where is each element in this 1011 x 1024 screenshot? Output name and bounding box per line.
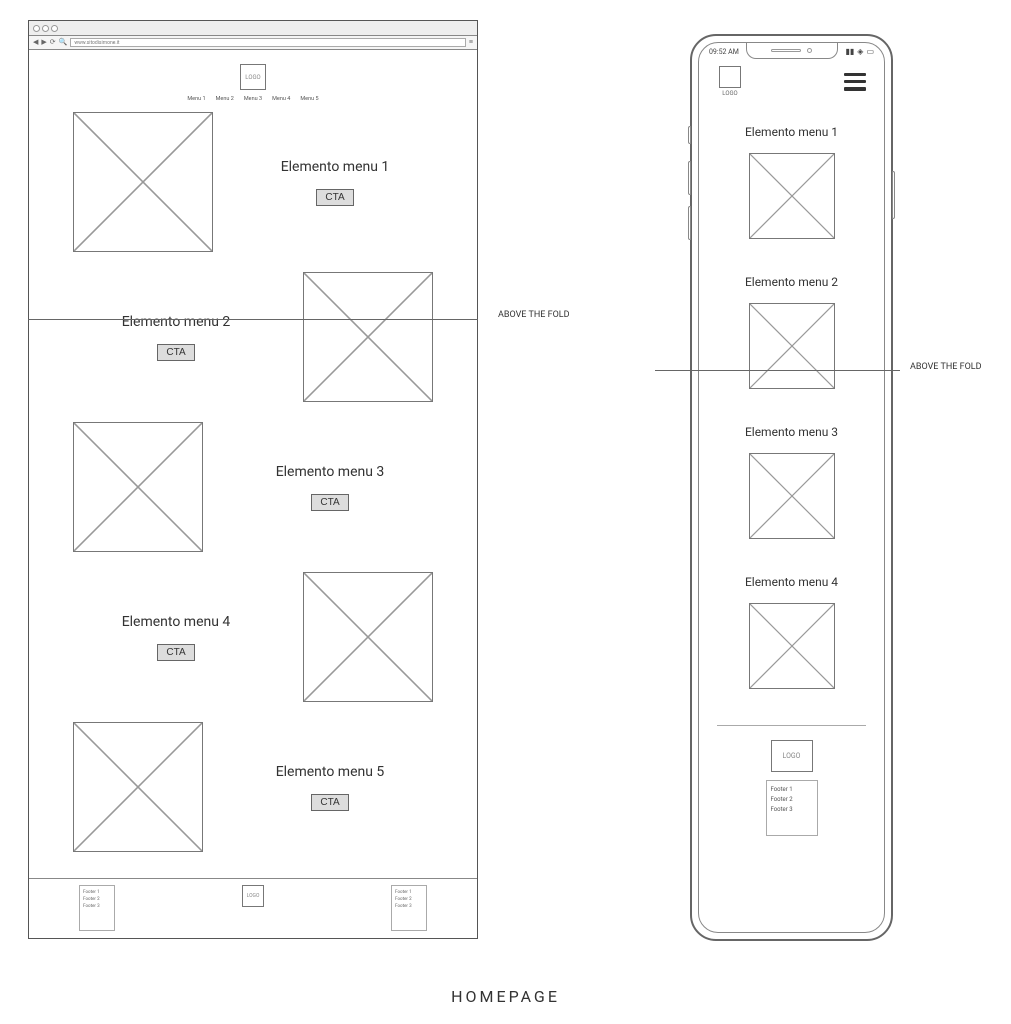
image-placeholder-icon — [73, 112, 213, 252]
fold-label: ABOVE THE FOLD — [910, 362, 982, 372]
footer-logo[interactable]: LOGO — [242, 885, 264, 907]
fold-line — [655, 370, 900, 371]
footer-links-right: Footer 1 Footer 2 Footer 3 — [391, 885, 427, 931]
hamburger-icon[interactable] — [844, 73, 866, 91]
section-title: Elemento menu 4 — [122, 614, 231, 630]
cta-button[interactable]: CTA — [311, 494, 348, 511]
status-time: 09:52 AM — [709, 48, 739, 56]
mobile-section: Elemento menu 1 — [717, 125, 866, 239]
image-placeholder-icon — [749, 153, 835, 239]
mobile-footer-links: Footer 1 Footer 2 Footer 3 — [766, 780, 818, 836]
footer-link[interactable]: Footer 1 — [83, 889, 111, 896]
footer-link[interactable]: Footer 1 — [395, 889, 423, 896]
window-max-icon[interactable] — [51, 25, 58, 32]
header-logo[interactable]: LOGO — [240, 64, 266, 90]
browser-titlebar — [29, 21, 477, 36]
mobile-logo-label: LOGO — [717, 90, 743, 97]
mobile-section: Elemento menu 3 — [717, 425, 866, 539]
mobile-footer-logo[interactable]: LOGO — [771, 740, 813, 772]
mobile-section-title: Elemento menu 1 — [717, 125, 866, 139]
nav-item[interactable]: Menu 2 — [216, 96, 234, 102]
menu-icon[interactable]: ≡ — [469, 39, 473, 46]
footer-link[interactable]: Footer 2 — [83, 896, 111, 903]
mobile-section-title: Elemento menu 2 — [717, 275, 866, 289]
nav-item[interactable]: Menu 1 — [187, 96, 205, 102]
mobile-phone-frame: 09:52 AM ▮▮ ◈ ▭ LOGO — [690, 34, 893, 941]
section-title: Elemento menu 5 — [276, 764, 385, 780]
main-nav: Menu 1 Menu 2 Menu 3 Menu 4 Menu 5 — [29, 96, 477, 102]
footer-links-left: Footer 1 Footer 2 Footer 3 — [79, 885, 115, 931]
content-section: Elemento menu 2 CTA — [73, 272, 433, 402]
image-placeholder-icon — [749, 453, 835, 539]
footer-link[interactable]: Footer 3 — [395, 903, 423, 910]
image-placeholder-icon — [749, 603, 835, 689]
nav-item[interactable]: Menu 3 — [244, 96, 262, 102]
reload-icon[interactable]: ⟳ — [50, 39, 56, 46]
footer-link[interactable]: Footer 3 — [771, 805, 813, 815]
nav-item[interactable]: Menu 5 — [300, 96, 318, 102]
url-input[interactable]: www.sitodisimone.it — [70, 38, 466, 47]
wifi-icon: ◈ — [857, 47, 863, 56]
content-section: Elemento menu 4 CTA — [73, 572, 433, 702]
footer-link[interactable]: Footer 3 — [83, 903, 111, 910]
phone-mute-switch — [688, 126, 691, 144]
phone-power-button — [892, 171, 895, 219]
content-section: Elemento menu 3 CTA — [73, 422, 433, 552]
image-placeholder-icon — [73, 722, 203, 852]
browser-toolbar: ◀ ▶ ⟳ 🔍 www.sitodisimone.it ≡ — [29, 36, 477, 50]
content-section: Elemento menu 1 CTA — [73, 112, 433, 252]
search-icon: 🔍 — [59, 39, 68, 46]
fold-label: ABOVE THE FOLD — [498, 310, 570, 320]
divider — [717, 725, 866, 726]
window-min-icon[interactable] — [42, 25, 49, 32]
page-title: HOMEPAGE — [451, 987, 560, 1006]
desktop-browser-frame: ◀ ▶ ⟳ 🔍 www.sitodisimone.it ≡ LOGO Menu … — [28, 20, 478, 939]
mobile-header: LOGO — [717, 66, 866, 97]
camera-icon — [807, 48, 812, 53]
section-title: Elemento menu 2 — [122, 314, 231, 330]
speaker-icon — [771, 49, 801, 52]
content-section: Elemento menu 5 CTA — [73, 722, 433, 852]
section-title: Elemento menu 3 — [276, 464, 385, 480]
fold-line — [28, 319, 478, 320]
image-placeholder-icon — [749, 303, 835, 389]
cta-button[interactable]: CTA — [157, 644, 194, 661]
footer: Footer 1 Footer 2 Footer 3 LOGO Footer 1… — [29, 878, 477, 938]
image-placeholder-icon — [303, 272, 433, 402]
mobile-section-title: Elemento menu 4 — [717, 575, 866, 589]
cta-button[interactable]: CTA — [311, 794, 348, 811]
phone-volume-up — [688, 161, 691, 195]
cta-button[interactable]: CTA — [157, 344, 194, 361]
mobile-section-title: Elemento menu 3 — [717, 425, 866, 439]
battery-icon: ▭ — [866, 47, 874, 56]
phone-volume-down — [688, 206, 691, 240]
phone-notch — [746, 43, 838, 59]
image-placeholder-icon — [73, 422, 203, 552]
forward-icon[interactable]: ▶ — [41, 39, 46, 46]
mobile-section: Elemento menu 4 — [717, 575, 866, 689]
cta-button[interactable]: CTA — [316, 189, 353, 206]
window-close-icon[interactable] — [33, 25, 40, 32]
footer-link[interactable]: Footer 1 — [771, 785, 813, 795]
image-placeholder-icon — [303, 572, 433, 702]
back-icon[interactable]: ◀ — [33, 39, 38, 46]
mobile-section: Elemento menu 2 — [717, 275, 866, 389]
section-title: Elemento menu 1 — [281, 159, 390, 175]
mobile-footer: LOGO Footer 1 Footer 2 Footer 3 — [717, 740, 866, 836]
mobile-header-logo[interactable] — [719, 66, 741, 88]
nav-item[interactable]: Menu 4 — [272, 96, 290, 102]
footer-link[interactable]: Footer 2 — [771, 795, 813, 805]
signal-icon: ▮▮ — [845, 47, 854, 56]
footer-link[interactable]: Footer 2 — [395, 896, 423, 903]
